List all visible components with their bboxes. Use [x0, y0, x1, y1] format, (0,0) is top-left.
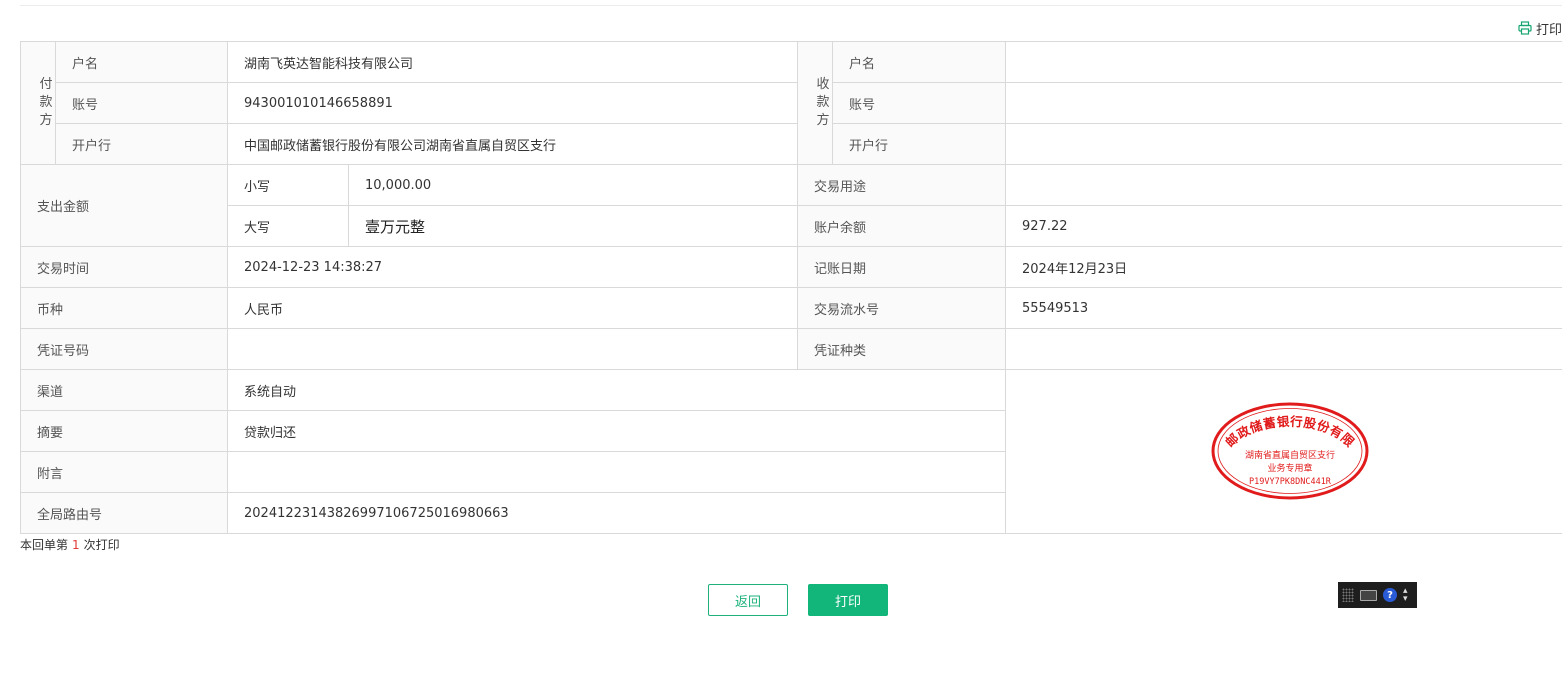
- help-icon[interactable]: ?: [1383, 588, 1397, 602]
- postscript-label: 附言: [20, 451, 228, 493]
- voucher-no-value: [226, 328, 799, 370]
- currency-label: 币种: [20, 287, 228, 329]
- amount-small-value: 10,000.00: [347, 164, 799, 206]
- route-label: 全局路由号: [20, 492, 228, 534]
- print-count-suffix: 次打印: [83, 538, 120, 552]
- menu-chevron-icon[interactable]: ▴ ▾: [1403, 587, 1408, 604]
- svg-text:业务专用章: 业务专用章: [1268, 462, 1313, 474]
- grip-icon[interactable]: [1342, 588, 1354, 602]
- voucher-type-value: [1005, 328, 1562, 370]
- voucher-type-label: 凭证种类: [797, 328, 1007, 370]
- serial-value: 55549513: [1005, 287, 1562, 329]
- serial-label: 交易流水号: [797, 287, 1007, 329]
- purpose-label: 交易用途: [797, 164, 1007, 206]
- trade-time-value: 2024-12-23 14:38:27: [226, 246, 799, 288]
- amount-big-label: 大写: [227, 205, 349, 247]
- table-row: 凭证号码 凭证种类: [20, 328, 1562, 370]
- table-row: 开户行 中国邮政储蓄银行股份有限公司湖南省直属自贸区支行 开户行: [21, 123, 1562, 165]
- payee-bank-label: 开户行: [832, 123, 1007, 165]
- ime-toolbar[interactable]: ? ▴ ▾: [1338, 582, 1417, 608]
- print-link[interactable]: 打印: [1518, 19, 1562, 38]
- svg-text:湖南省直属自贸区支行: 湖南省直属自贸区支行: [1245, 449, 1335, 461]
- table-row: 币种 人民币 交易流水号 55549513: [20, 287, 1562, 329]
- seal-cell: 中国邮政储蓄银行股份有限公司 湖南省直属自贸区支行 业务专用章 P19VY7PK…: [1005, 369, 1562, 534]
- payer-name-value: 湖南飞英达智能科技有限公司: [226, 41, 799, 83]
- payee-account-label: 账号: [832, 82, 1007, 124]
- postscript-value: [226, 451, 1007, 493]
- print-count-note: 本回单第 1 次打印: [20, 536, 120, 553]
- amount-big-value: 壹万元整: [347, 205, 799, 247]
- back-button[interactable]: 返回: [708, 584, 788, 616]
- currency-value: 人民币: [226, 287, 799, 329]
- payee-name-label: 户名: [832, 41, 1007, 83]
- printer-icon: [1518, 21, 1532, 35]
- channel-label: 渠道: [20, 369, 228, 411]
- print-count-number: 1: [72, 538, 80, 552]
- payer-account-label: 账号: [55, 82, 228, 124]
- payer-side-label: 付款方: [20, 41, 56, 165]
- payee-name-value: [1005, 41, 1562, 83]
- payer-bank-label: 开户行: [55, 123, 228, 165]
- book-date-value: 2024年12月23日: [1005, 246, 1562, 288]
- keyboard-icon[interactable]: [1360, 589, 1377, 601]
- table-row: 大写 壹万元整 账户余额 927.22: [21, 205, 1562, 247]
- summary-value: 贷款归还: [226, 410, 1007, 452]
- receipt-table: 付款方 户名 湖南飞英达智能科技有限公司 收款方 户名 账号 943001010…: [20, 41, 1562, 534]
- amount-label: 支出金额: [20, 164, 228, 247]
- summary-label: 摘要: [20, 410, 228, 452]
- print-link-label: 打印: [1536, 22, 1562, 38]
- payee-bank-value: [1005, 123, 1562, 165]
- table-row: 渠道 系统自动 中国邮政储蓄银行股份有限公司 湖南省直属自贸区支行 业务专用章 …: [20, 369, 1562, 534]
- payer-name-label: 户名: [55, 41, 228, 83]
- payer-account-value: 943001010146658891: [226, 82, 799, 124]
- table-row: 支出金额 小写 10,000.00 交易用途: [20, 164, 1562, 247]
- balance-value: 927.22: [1005, 205, 1562, 247]
- voucher-no-label: 凭证号码: [20, 328, 228, 370]
- table-row: 交易时间 2024-12-23 14:38:27 记账日期 2024年12月23…: [20, 246, 1562, 288]
- route-value: 20241223143826997106725016980663: [226, 492, 1007, 534]
- print-count-prefix: 本回单第: [20, 538, 69, 552]
- svg-text:P19VY7PK8DNC441R: P19VY7PK8DNC441R: [1249, 477, 1332, 487]
- bank-seal: 中国邮政储蓄银行股份有限公司 湖南省直属自贸区支行 业务专用章 P19VY7PK…: [1204, 389, 1370, 505]
- payee-side-label: 收款方: [797, 41, 834, 165]
- table-row: 账号 943001010146658891 账号: [21, 82, 1562, 124]
- payee-account-value: [1005, 82, 1562, 124]
- print-button[interactable]: 打印: [808, 584, 888, 616]
- table-row: 付款方 户名 湖南飞英达智能科技有限公司 收款方 户名: [20, 41, 1562, 165]
- trade-time-label: 交易时间: [20, 246, 228, 288]
- purpose-value: [1005, 164, 1562, 206]
- book-date-label: 记账日期: [797, 246, 1007, 288]
- amount-small-label: 小写: [227, 164, 349, 206]
- top-divider: [20, 5, 1562, 6]
- payer-bank-value: 中国邮政储蓄银行股份有限公司湖南省直属自贸区支行: [226, 123, 799, 165]
- balance-label: 账户余额: [797, 205, 1007, 247]
- channel-value: 系统自动: [226, 369, 1007, 411]
